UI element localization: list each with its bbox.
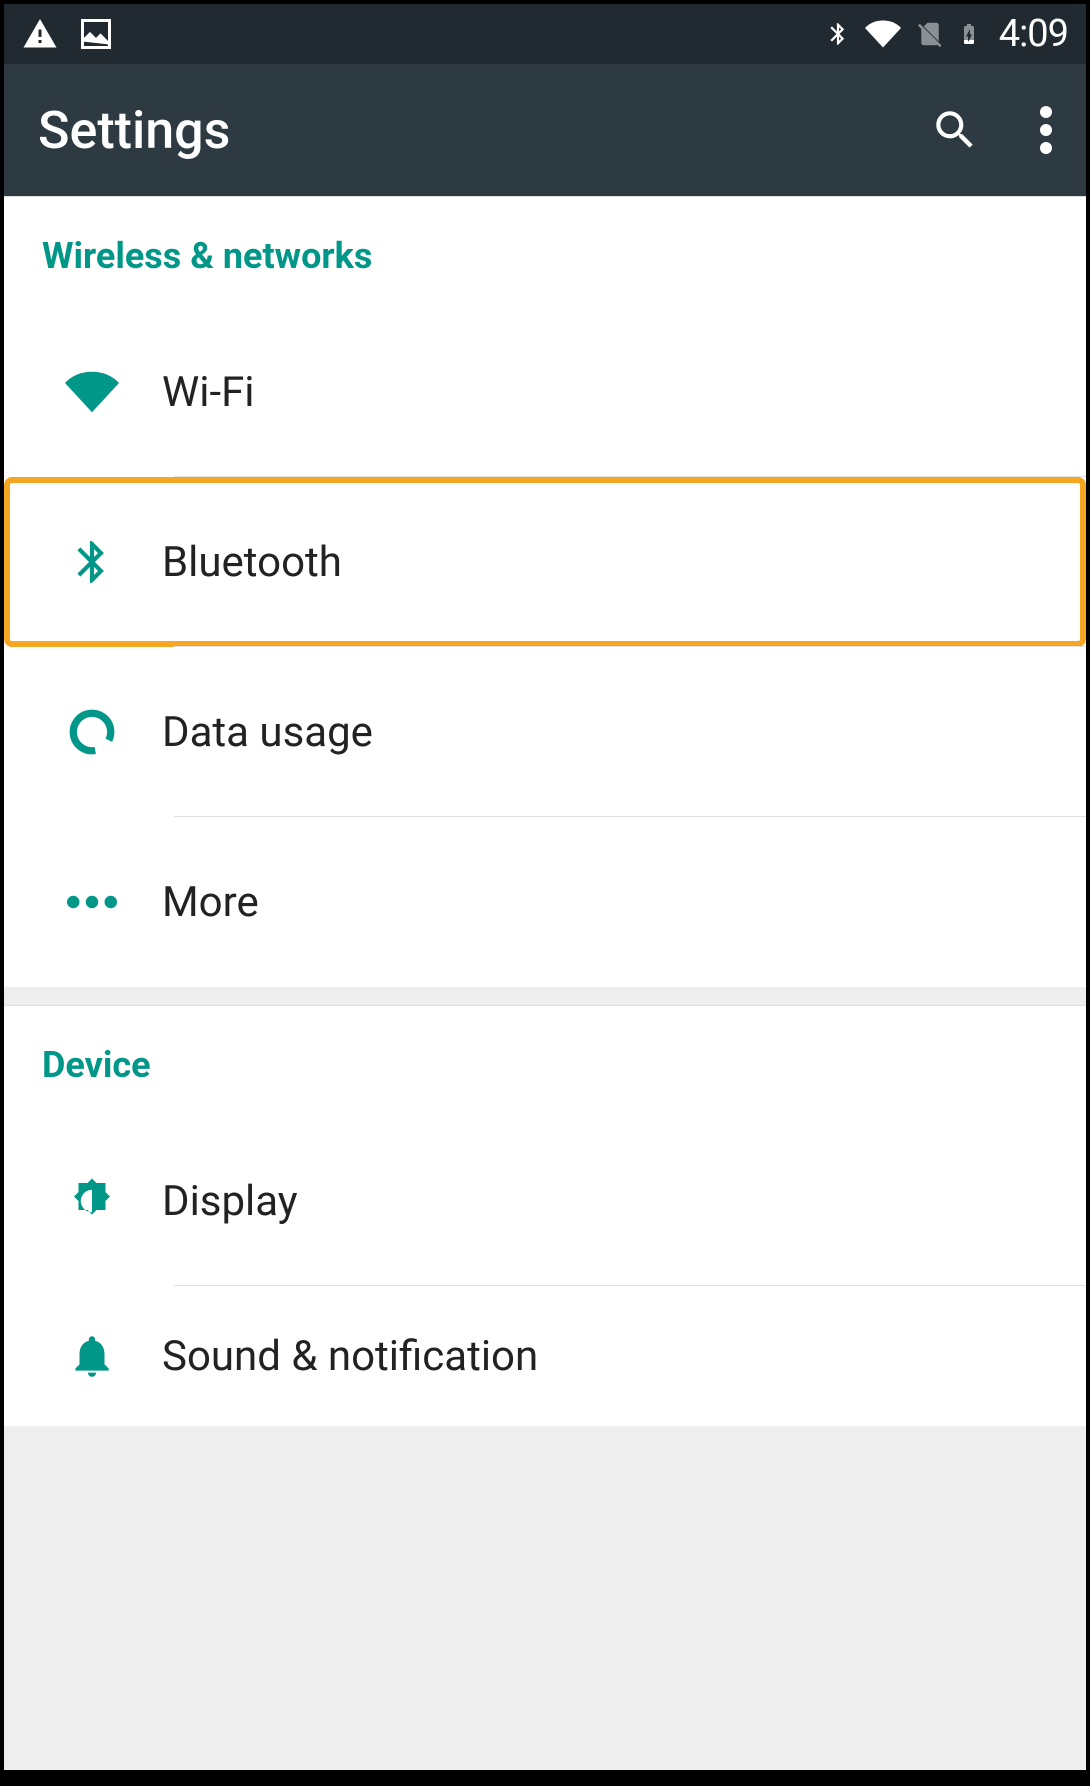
no-sim-icon: [915, 16, 945, 52]
overflow-menu-button[interactable]: [1040, 106, 1052, 154]
display-brightness-icon: [22, 1174, 162, 1228]
settings-row-more[interactable]: More: [4, 817, 1086, 987]
bell-icon: [22, 1331, 162, 1381]
settings-row-data-usage[interactable]: Data usage: [4, 647, 1086, 817]
settings-row-label: Sound & notification: [162, 1332, 538, 1381]
settings-row-bluetooth[interactable]: Bluetooth: [4, 477, 1086, 647]
settings-row-wifi[interactable]: Wi-Fi: [4, 307, 1086, 477]
warning-icon: [22, 16, 58, 52]
bluetooth-status-icon: [825, 16, 851, 52]
section-wireless-networks: Wireless & networks Wi-Fi Bluetooth Data…: [4, 196, 1086, 987]
settings-content: Wireless & networks Wi-Fi Bluetooth Data…: [4, 196, 1086, 1426]
settings-row-label: Data usage: [162, 708, 373, 757]
image-icon: [78, 16, 114, 52]
more-horizontal-icon: [22, 894, 162, 910]
nav-bar-edge: [4, 1770, 1086, 1782]
app-bar: Settings: [4, 64, 1086, 196]
settings-row-label: Wi-Fi: [162, 368, 255, 417]
section-header-wireless: Wireless & networks: [4, 197, 1086, 307]
battery-charging-icon: [957, 16, 981, 52]
bluetooth-icon: [22, 537, 162, 587]
data-usage-icon: [22, 707, 162, 757]
wifi-status-icon: [863, 16, 903, 52]
wifi-icon: [22, 365, 162, 419]
section-device: Device Display Sound & notification: [4, 1005, 1086, 1426]
settings-row-display[interactable]: Display: [4, 1116, 1086, 1286]
search-button[interactable]: [930, 105, 980, 155]
section-header-device: Device: [4, 1006, 1086, 1116]
settings-row-label: Display: [162, 1177, 298, 1226]
status-time: 4:09: [999, 12, 1068, 56]
settings-row-label: More: [162, 878, 259, 927]
settings-row-label: Bluetooth: [162, 538, 342, 587]
settings-row-sound[interactable]: Sound & notification: [4, 1286, 1086, 1426]
page-title: Settings: [38, 100, 230, 161]
status-bar: 4:09: [4, 4, 1086, 64]
